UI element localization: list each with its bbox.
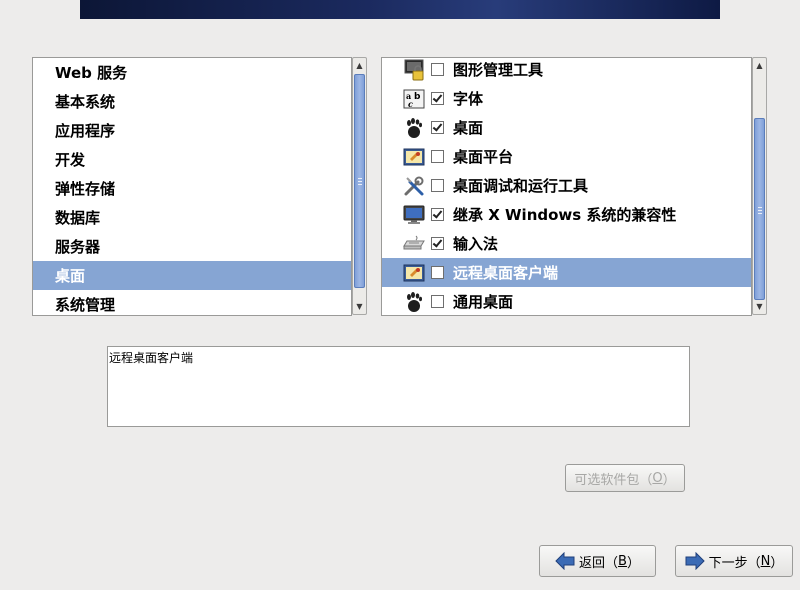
package-checkbox[interactable] [431, 266, 444, 279]
package-label: 字体 [453, 90, 484, 108]
scroll-up-arrow-icon[interactable]: ▲ [753, 59, 766, 72]
optional-packages-button[interactable]: 可选软件包（ O） [565, 464, 685, 492]
scroll-down-arrow-icon[interactable]: ▼ [753, 300, 766, 313]
next-button-close: ） [770, 555, 784, 571]
optional-button-close: ） [662, 472, 676, 488]
scrollbar-thumb[interactable] [754, 118, 765, 300]
package-checkbox[interactable] [431, 179, 444, 192]
package-label: 通用桌面 [453, 293, 514, 311]
lock-monitor-icon [403, 59, 425, 81]
next-button[interactable]: 下一步（ N） [675, 545, 793, 577]
category-label: 应用程序 [55, 122, 116, 140]
category-label: 桌面 [55, 267, 86, 285]
package-checkbox[interactable] [431, 150, 444, 163]
package-item[interactable]: 桌面调试和运行工具 [382, 171, 751, 200]
package-checkbox[interactable] [431, 63, 444, 76]
category-label: 数据库 [55, 209, 101, 227]
package-checkbox[interactable] [431, 295, 444, 308]
package-checkbox[interactable] [431, 92, 444, 105]
next-arrow-icon [685, 552, 705, 570]
category-label: 基本系统 [55, 93, 116, 111]
category-label: 系统管理 [55, 296, 116, 314]
package-item[interactable]: 远程桌面客户端 [382, 258, 751, 287]
font-icon: abc [403, 88, 425, 110]
optional-button-label: 可选软件包（ [574, 472, 653, 488]
package-item[interactable]: 通用桌面 [382, 287, 751, 315]
package-label: 输入法 [453, 235, 499, 253]
next-button-mnemonic: N [760, 553, 771, 569]
category-item[interactable]: 数据库 [33, 203, 351, 232]
keyboard-icon [403, 233, 425, 255]
svg-text:b: b [414, 92, 421, 102]
category-label: Web 服务 [55, 64, 128, 82]
package-scrollbar[interactable]: ▲ ▼ [752, 57, 767, 315]
category-item[interactable]: 应用程序 [33, 116, 351, 145]
svg-text:c: c [408, 99, 413, 109]
package-checkbox[interactable] [431, 237, 444, 250]
scroll-up-arrow-icon[interactable]: ▲ [353, 59, 366, 72]
category-item[interactable]: 弹性存储 [33, 174, 351, 203]
category-item[interactable]: 系统管理 [33, 290, 351, 315]
package-label: 桌面平台 [453, 148, 514, 166]
tools-icon [403, 175, 425, 197]
package-item[interactable]: a b c 字体 [382, 84, 751, 113]
category-label: 弹性存储 [55, 180, 116, 198]
package-list[interactable]: 图形管理工具 a b c 字体桌面桌面平台桌面调试和运行工具继承 X Windows 系… [381, 57, 752, 316]
back-button-label: 返回（ [579, 555, 619, 571]
scroll-down-arrow-icon[interactable]: ▼ [353, 300, 366, 313]
monitor-icon [403, 204, 425, 226]
next-button-label: 下一步（ [708, 555, 761, 571]
package-item[interactable]: 桌面 [382, 113, 751, 142]
package-label: 远程桌面客户端 [453, 264, 559, 282]
category-label: 服务器 [55, 238, 101, 256]
package-label: 桌面调试和运行工具 [453, 177, 589, 195]
package-label: 继承 X Windows 系统的兼容性 [453, 206, 677, 224]
package-item[interactable]: 图形管理工具 [382, 58, 751, 84]
category-item[interactable]: 基本系统 [33, 87, 351, 116]
package-item[interactable]: 继承 X Windows 系统的兼容性 [382, 200, 751, 229]
back-button-mnemonic: B [618, 553, 627, 569]
desktop-platform-icon [403, 262, 425, 284]
header-banner [80, 0, 720, 19]
package-label: 桌面 [453, 119, 484, 137]
optional-button-mnemonic: O [652, 470, 663, 486]
package-item[interactable]: 输入法 [382, 229, 751, 258]
package-description: 远程桌面客户端 [107, 346, 690, 427]
desktop-platform-icon [403, 146, 425, 168]
package-checkbox[interactable] [431, 208, 444, 221]
back-button-close: ） [626, 555, 640, 571]
category-list[interactable]: Web 服务 基本系统应用程序开发弹性存储数据库服务器桌面系统管理 [32, 57, 352, 316]
category-scrollbar[interactable]: ▲ ▼ [352, 57, 367, 315]
gnome-foot-icon [403, 117, 425, 139]
back-arrow-icon [555, 552, 575, 570]
package-checkbox[interactable] [431, 121, 444, 134]
package-label: 图形管理工具 [453, 61, 544, 79]
category-item[interactable]: 服务器 [33, 232, 351, 261]
package-item[interactable]: 桌面平台 [382, 142, 751, 171]
scrollbar-thumb[interactable] [354, 74, 365, 288]
category-item[interactable]: 桌面 [33, 261, 351, 290]
category-item[interactable]: Web 服务 [33, 58, 351, 87]
back-button[interactable]: 返回（ B） [539, 545, 656, 577]
category-item[interactable]: 开发 [33, 145, 351, 174]
gnome-foot-icon [403, 291, 425, 313]
category-label: 开发 [55, 151, 86, 169]
